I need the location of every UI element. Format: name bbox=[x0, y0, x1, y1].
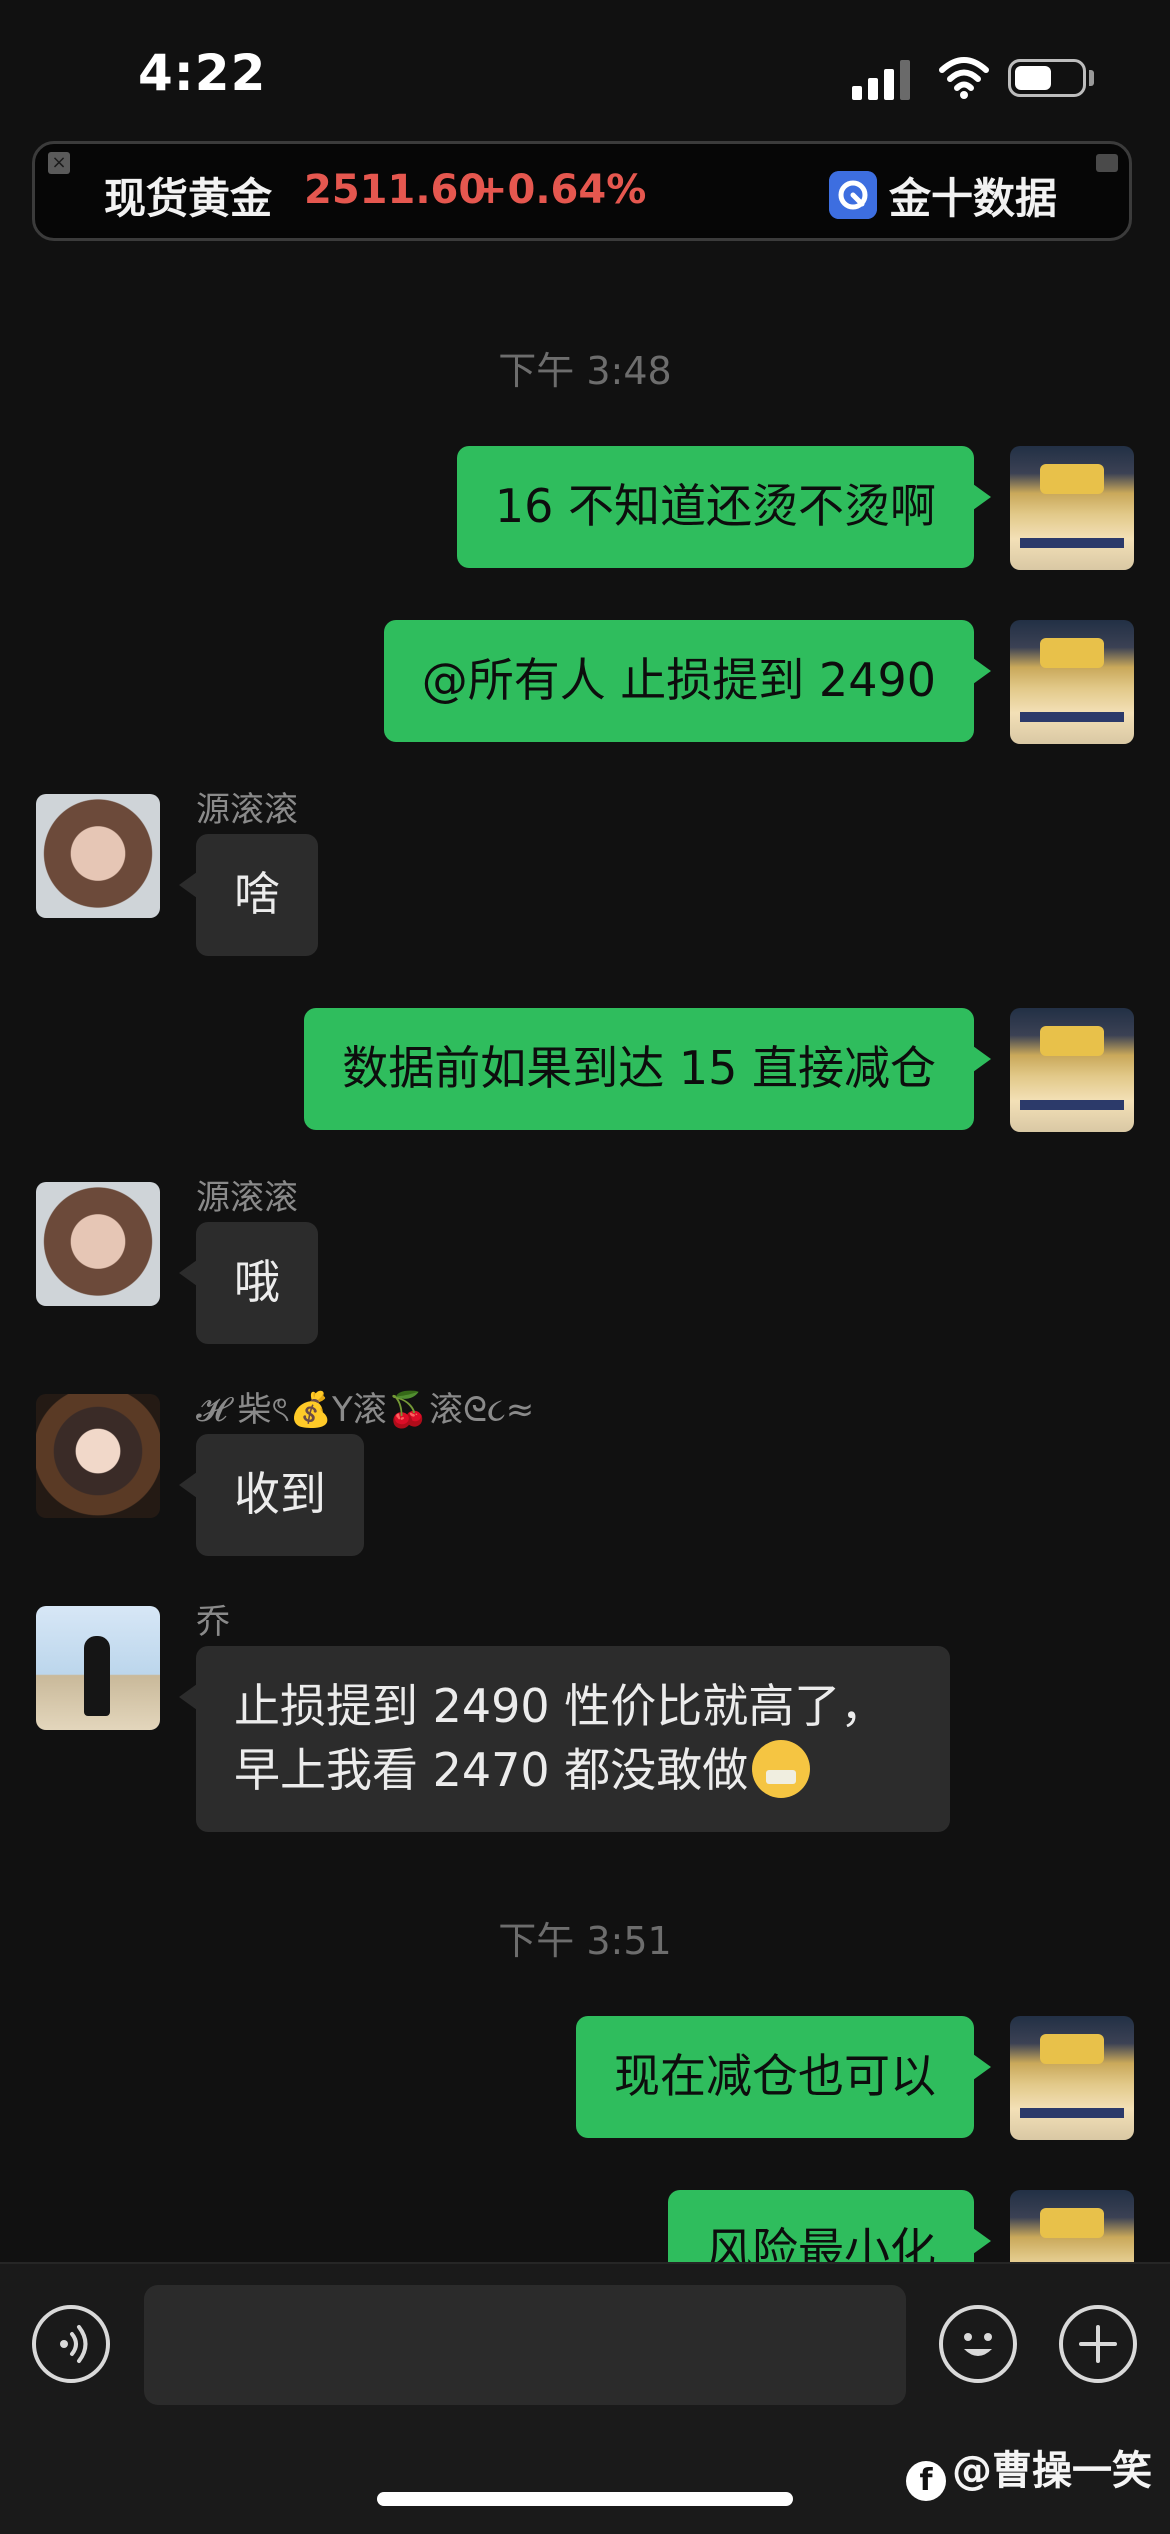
wifi-icon bbox=[939, 57, 989, 99]
watermark-text: @曹操一笑 bbox=[952, 2448, 1152, 2494]
incoming-message[interactable]: 哦 bbox=[179, 1222, 318, 1344]
my-avatar[interactable] bbox=[1010, 446, 1134, 570]
outgoing-message[interactable]: 现在减仓也可以 bbox=[576, 2016, 991, 2138]
sender-avatar[interactable] bbox=[36, 1182, 160, 1306]
chat-timestamp: 下午 3:48 bbox=[498, 349, 672, 393]
chat-timestamp: 下午 3:51 bbox=[498, 1919, 672, 1963]
emoji-button[interactable] bbox=[939, 2305, 1017, 2383]
ticker-close-button[interactable]: × bbox=[48, 152, 70, 174]
my-avatar[interactable] bbox=[1010, 2016, 1134, 2140]
home-indicator[interactable] bbox=[377, 2492, 793, 2506]
ticker-expand-icon[interactable] bbox=[1096, 154, 1118, 172]
my-avatar[interactable] bbox=[1010, 620, 1134, 744]
sender-name: 源滚滚 bbox=[196, 1178, 298, 1218]
message-text: 16 不知道还烫不烫啊 bbox=[494, 479, 936, 533]
sender-avatar[interactable] bbox=[36, 794, 160, 918]
cellular-signal-icon bbox=[852, 60, 910, 100]
message-input[interactable] bbox=[144, 2285, 906, 2405]
ticker-change: +0.64% bbox=[474, 167, 647, 213]
message-text: 收到 bbox=[234, 1467, 326, 1521]
plus-icon bbox=[1079, 2325, 1117, 2363]
ticker-price: 2511.60 bbox=[304, 167, 487, 213]
incoming-message[interactable]: 止损提到 2490 性价比就高了， 早上我看 2470 都没敢做 bbox=[179, 1646, 950, 1832]
battery-tip bbox=[1089, 70, 1094, 86]
message-text-line: 早上我看 2470 都没敢做 bbox=[234, 1743, 749, 1797]
message-text: 哦 bbox=[234, 1255, 280, 1309]
status-time: 4:22 bbox=[138, 44, 267, 102]
sender-name: 𝓗 柴ৎ💰Y滚🍒滚ᘓ૮≈ bbox=[196, 1390, 535, 1430]
message-text: 现在减仓也可以 bbox=[614, 2049, 936, 2103]
shushing-face-icon bbox=[752, 1740, 811, 1798]
incoming-message[interactable]: 收到 bbox=[179, 1434, 364, 1556]
message-text: 数据前如果到达 15 直接减仓 bbox=[342, 1041, 936, 1095]
sender-avatar[interactable] bbox=[36, 1606, 160, 1730]
message-text: 啥 bbox=[234, 867, 280, 921]
sender-name: 源滚滚 bbox=[196, 790, 298, 830]
outgoing-message[interactable]: 16 不知道还烫不烫啊 bbox=[456, 446, 992, 568]
message-text: @所有人 止损提到 2490 bbox=[421, 653, 936, 707]
sender-avatar[interactable] bbox=[36, 1394, 160, 1518]
watermark: f @曹操一笑 bbox=[906, 2438, 1152, 2501]
battery-icon bbox=[1008, 59, 1086, 97]
outgoing-message[interactable]: 数据前如果到达 15 直接减仓 bbox=[304, 1008, 991, 1130]
watermark-logo-icon: f bbox=[906, 2461, 946, 2501]
my-avatar[interactable] bbox=[1010, 1008, 1134, 1132]
ticker-name: 现货黄金 bbox=[104, 174, 273, 223]
message-text-line: 止损提到 2490 性价比就高了， bbox=[234, 1679, 887, 1733]
voice-input-button[interactable] bbox=[32, 2305, 110, 2383]
outgoing-message[interactable]: @所有人 止损提到 2490 bbox=[383, 620, 992, 742]
voice-icon bbox=[60, 2325, 88, 2363]
sender-name: 乔 bbox=[196, 1602, 230, 1642]
smiley-icon bbox=[964, 2333, 992, 2356]
incoming-message[interactable]: 啥 bbox=[179, 834, 318, 956]
more-actions-button[interactable] bbox=[1059, 2305, 1137, 2383]
jin10-logo-icon bbox=[829, 171, 877, 219]
ticker-brand: 金十数据 bbox=[889, 174, 1058, 223]
